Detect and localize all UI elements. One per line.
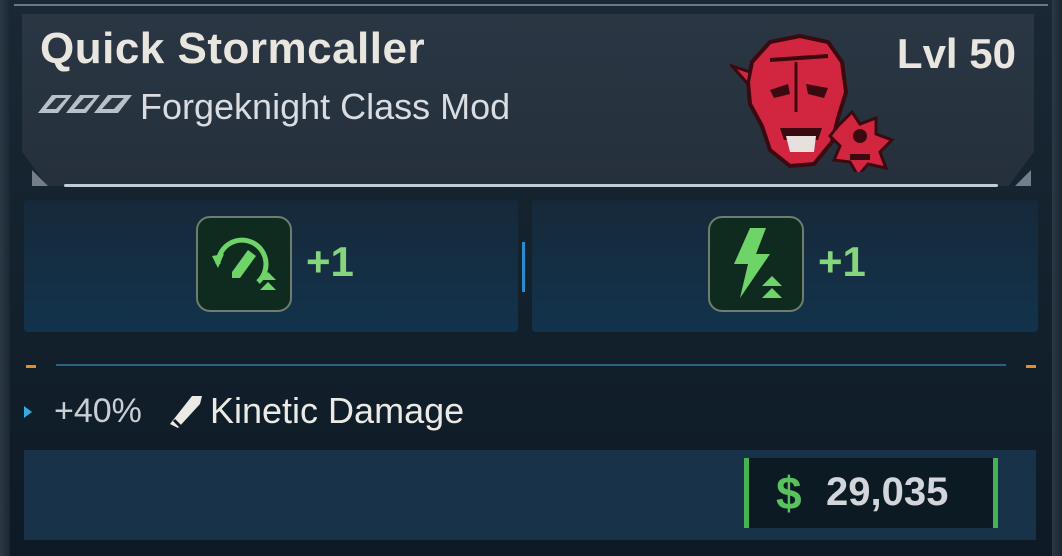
ammo-reload-upgrade-icon[interactable] <box>196 216 292 312</box>
item-level: Lvl 50 <box>896 30 1016 77</box>
bonus-divider <box>522 242 525 292</box>
stat-bullet-arrow-icon <box>24 406 32 418</box>
currency-dollar-icon: $ <box>776 467 802 519</box>
item-type: Forgeknight Class Mod <box>140 86 511 127</box>
skill-bonus-value: +1 <box>818 238 866 285</box>
forgeknight-portrait-icon <box>730 33 895 172</box>
stat-value: +40% <box>54 392 142 430</box>
section-separator <box>56 364 1006 366</box>
section-marker-right <box>1026 365 1036 368</box>
kinetic-bullet-icon <box>170 396 202 428</box>
card-right-edge <box>1052 0 1062 556</box>
price-value: 29,035 <box>826 470 949 514</box>
item-name: Quick Stormcaller <box>40 24 426 73</box>
section-marker-left <box>26 365 36 368</box>
card-left-edge <box>0 0 10 556</box>
rarity-chevrons-icon <box>38 95 132 113</box>
header-underline <box>64 184 998 187</box>
skill-bonus-value: +1 <box>306 238 354 285</box>
card-top-line <box>14 4 1048 6</box>
header-corner-left <box>32 170 48 186</box>
lightning-upgrade-icon[interactable] <box>708 216 804 312</box>
stat-row: +40% Kinetic Damage <box>24 388 1024 438</box>
item-card: Quick Stormcaller Forgeknight Class Mod … <box>0 0 1062 556</box>
header-corner-right <box>1015 170 1031 186</box>
stat-label: Kinetic Damage <box>210 390 465 431</box>
